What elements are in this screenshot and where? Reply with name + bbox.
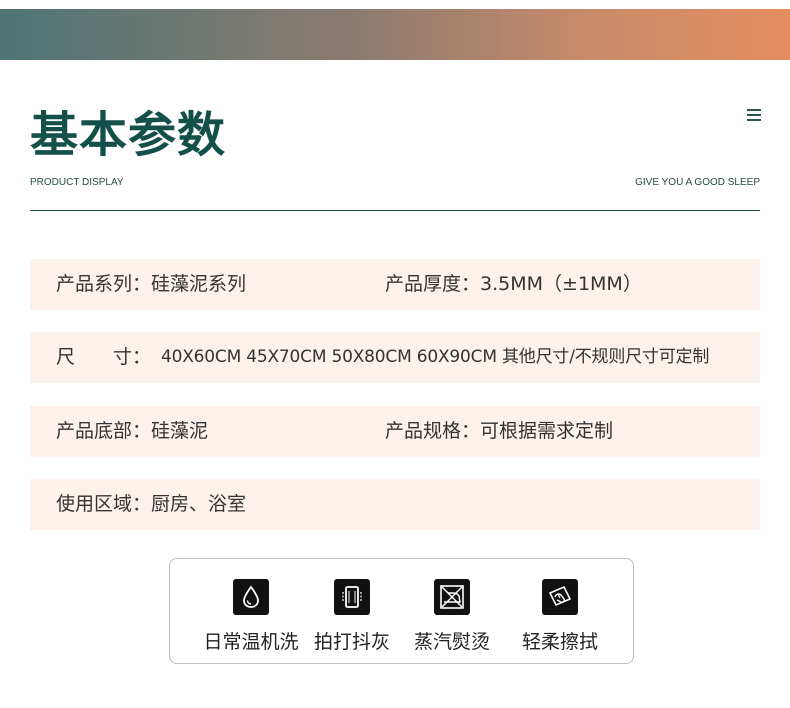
subtitle-left: PRODUCT DISPLAY [30, 177, 124, 188]
param-row-size: 尺 寸： 40X60CM 45X70CM 50X80CM 60X90CM 其他尺… [30, 332, 760, 383]
menu-icon[interactable] [747, 109, 761, 121]
care-label: 轻柔擦拭 [521, 631, 598, 653]
subtitle-right: GIVE YOU A GOOD SLEEP [635, 177, 760, 188]
care-instructions-box: 日常温机洗 拍打抖灰 蒸汽熨烫 轻柔擦拭 [169, 558, 634, 664]
care-item-gentle-wipe: 轻柔擦拭 [505, 579, 615, 654]
usage-cell: 使用区域：厨房、浴室 [56, 479, 246, 530]
base-value: 硅藻泥 [151, 420, 209, 442]
care-label: 日常温机洗 [203, 631, 299, 653]
gentle-wipe-icon [542, 579, 578, 615]
param-row-base: 产品底部：硅藻泥 产品规格：可根据需求定制 [30, 406, 760, 457]
care-item-machine-wash: 日常温机洗 [196, 579, 306, 654]
pat-dust-icon [334, 579, 370, 615]
spec-cell: 产品规格：可根据需求定制 [385, 406, 613, 457]
spec-value: 可根据需求定制 [480, 420, 614, 442]
series-label: 产品系列： [56, 273, 152, 295]
thickness-label: 产品厚度： [385, 273, 481, 295]
water-drop-icon [233, 579, 269, 615]
param-row-series: 产品系列：硅藻泥系列 产品厚度：3.5MM（±1MM） [30, 259, 760, 310]
spec-label: 产品规格： [385, 420, 481, 442]
usage-label: 使用区域： [56, 493, 152, 515]
base-label: 产品底部： [56, 420, 152, 442]
care-label: 拍打抖灰 [313, 631, 390, 653]
size-label: 尺 寸： [56, 346, 152, 368]
care-item-steam-iron: 蒸汽熨烫 [397, 579, 507, 654]
size-value: 40X60CM 45X70CM 50X80CM 60X90CM 其他尺寸/不规则… [161, 347, 710, 367]
base-cell: 产品底部：硅藻泥 [56, 406, 208, 457]
series-cell: 产品系列：硅藻泥系列 [56, 259, 246, 310]
usage-value: 厨房、浴室 [151, 493, 247, 515]
thickness-cell: 产品厚度：3.5MM（±1MM） [385, 259, 642, 310]
top-gradient-banner [0, 9, 790, 60]
care-label: 蒸汽熨烫 [413, 631, 490, 653]
header-divider [30, 210, 760, 211]
page-title: 基本参数 [30, 107, 227, 163]
thickness-value: 3.5MM（±1MM） [480, 273, 642, 295]
series-value: 硅藻泥系列 [151, 273, 247, 295]
no-ironing-icon [434, 579, 470, 615]
care-item-pat-dust: 拍打抖灰 [297, 579, 407, 654]
param-row-usage: 使用区域：厨房、浴室 [30, 479, 760, 530]
